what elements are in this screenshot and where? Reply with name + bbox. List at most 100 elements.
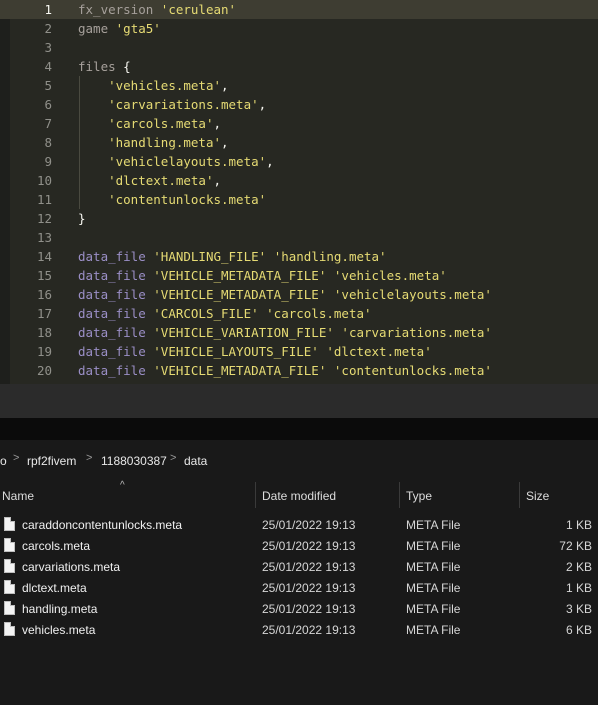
code-line[interactable]: 8 'handling.meta', — [0, 133, 598, 152]
breadcrumb-chevron-icon[interactable]: > — [86, 452, 92, 464]
string-token: 'vehicles.meta' — [108, 78, 221, 93]
code-line[interactable]: 19 data_file 'VEHICLE_LAYOUTS_FILE' 'dlct… — [0, 342, 598, 361]
punctuation-token — [78, 78, 108, 93]
file-row[interactable]: caraddoncontentunlocks.meta 25/01/2022 19… — [0, 515, 598, 536]
punctuation-token — [326, 287, 334, 302]
breadcrumb-chevron-icon[interactable]: > — [170, 452, 176, 464]
string-token: 'contentunlocks.meta' — [108, 192, 267, 207]
keyword-token: data_file — [78, 249, 146, 264]
code-line[interactable]: 10 'dlctext.meta', — [0, 171, 598, 190]
string-token: 'CARCOLS_FILE' — [153, 306, 259, 321]
code-text[interactable]: 'carcols.meta', — [78, 114, 221, 133]
column-header-size[interactable]: Size — [526, 489, 549, 503]
punctuation-token — [153, 2, 161, 17]
code-text[interactable]: data_file 'CARCOLS_FILE' 'carcols.meta' — [78, 304, 372, 323]
breadcrumb-item-rpf2fivem[interactable]: rpf2fivem — [27, 454, 76, 468]
file-name: dlctext.meta — [22, 581, 87, 595]
column-header-date[interactable]: Date modified — [262, 489, 336, 503]
string-token: 'VEHICLE_VARIATION_FILE' — [153, 325, 334, 340]
line-number: 12 — [36, 211, 52, 226]
file-name: carvariations.meta — [22, 560, 121, 574]
string-token: 'gta5' — [115, 21, 161, 36]
file-explorer: o > rpf2fivem > 1188030387 > data ^ Name… — [0, 440, 598, 705]
code-text[interactable]: data_file 'VEHICLE_METADATA_FILE' 'conte… — [78, 361, 492, 380]
code-text[interactable]: 'carvariations.meta', — [78, 95, 266, 114]
file-size: 72 KB — [559, 539, 592, 553]
breadcrumb-chevron-icon[interactable]: > — [13, 452, 19, 464]
file-date-modified: 25/01/2022 19:13 — [262, 539, 356, 553]
code-line[interactable]: 4 files { — [0, 57, 598, 76]
code-line[interactable]: 5 'vehicles.meta', — [0, 76, 598, 95]
code-line[interactable]: 16 data_file 'VEHICLE_METADATA_FILE' 'veh… — [0, 285, 598, 304]
code-text[interactable]: data_file 'VEHICLE_METADATA_FILE' 'vehic… — [78, 285, 492, 304]
code-line[interactable]: 7 'carcols.meta', — [0, 114, 598, 133]
line-number: 9 — [44, 154, 52, 169]
line-number: 11 — [36, 192, 52, 207]
file-date-modified: 25/01/2022 19:13 — [262, 623, 356, 637]
keyword-token: data_file — [78, 344, 146, 359]
string-token: 'VEHICLE_METADATA_FILE' — [153, 268, 327, 283]
code-line[interactable]: 15 data_file 'VEHICLE_METADATA_FILE' 'veh… — [0, 266, 598, 285]
file-name: caraddoncontentunlocks.meta — [22, 518, 183, 532]
code-line[interactable]: 20 data_file 'VEHICLE_METADATA_FILE' 'con… — [0, 361, 598, 380]
file-row[interactable]: carvariations.meta 25/01/2022 19:13 META F… — [0, 557, 598, 578]
file-icon — [4, 559, 15, 573]
code-line[interactable]: 13 — [0, 228, 598, 247]
code-line[interactable]: 2 game 'gta5' — [0, 19, 598, 38]
column-header-name[interactable]: Name — [2, 489, 34, 503]
code-text[interactable]: data_file 'VEHICLE_METADATA_FILE' 'vehic… — [78, 266, 447, 285]
code-text[interactable]: game 'gta5' — [78, 19, 161, 38]
code-line[interactable]: 12} — [0, 209, 598, 228]
file-type: META File — [406, 560, 461, 574]
breadcrumb-item-data[interactable]: data — [184, 454, 207, 468]
breadcrumb-item-1188030387[interactable]: 1188030387 — [101, 454, 167, 468]
punctuation-token — [78, 154, 108, 169]
line-number: 13 — [36, 230, 52, 245]
file-row[interactable]: handling.meta 25/01/2022 19:13 META File 3 … — [0, 599, 598, 620]
punctuation-token: , — [213, 173, 221, 188]
code-line[interactable]: 6 'carvariations.meta', — [0, 95, 598, 114]
file-row[interactable]: carcols.meta 25/01/2022 19:13 META File 72 … — [0, 536, 598, 557]
code-text[interactable]: files { — [78, 57, 131, 76]
code-text[interactable]: } — [78, 209, 86, 228]
line-number: 6 — [44, 97, 52, 112]
code-text[interactable]: 'handling.meta', — [78, 133, 228, 152]
file-row[interactable]: vehicles.meta 25/01/2022 19:13 META File 6 … — [0, 620, 598, 641]
code-editor[interactable]: 1 fx_version 'cerulean' 2 game 'gta5' 3 4 file… — [0, 0, 598, 384]
file-name: vehicles.meta — [22, 623, 96, 637]
file-icon — [4, 580, 15, 594]
code-text[interactable]: fx_version 'cerulean' — [78, 0, 236, 19]
code-line[interactable]: 11 'contentunlocks.meta' — [0, 190, 598, 209]
code-text[interactable]: data_file 'VEHICLE_LAYOUTS_FILE' 'dlctex… — [78, 342, 432, 361]
file-icon — [4, 517, 15, 531]
file-row[interactable]: dlctext.meta 25/01/2022 19:13 META File 1 K… — [0, 578, 598, 599]
breadcrumb-item-truncated[interactable]: o — [0, 454, 7, 468]
line-number: 4 — [44, 59, 52, 74]
punctuation-token — [326, 268, 334, 283]
column-header-type[interactable]: Type — [406, 489, 432, 503]
file-date-modified: 25/01/2022 19:13 — [262, 581, 356, 595]
punctuation-token: { — [115, 59, 131, 74]
code-line[interactable]: 17 data_file 'CARCOLS_FILE' 'carcols.meta… — [0, 304, 598, 323]
code-line[interactable]: 1 fx_version 'cerulean' — [0, 0, 598, 19]
punctuation-token — [108, 21, 116, 36]
code-line[interactable]: 14 data_file 'HANDLING_FILE' 'handling.me… — [0, 247, 598, 266]
column-divider[interactable] — [255, 482, 256, 508]
code-line[interactable]: 9 'vehiclelayouts.meta', — [0, 152, 598, 171]
code-line[interactable]: 18 data_file 'VEHICLE_VARIATION_FILE' 'ca… — [0, 323, 598, 342]
code-line[interactable]: 3 — [0, 38, 598, 57]
code-text[interactable]: data_file 'VEHICLE_VARIATION_FILE' 'carv… — [78, 323, 492, 342]
punctuation-token: , — [266, 154, 274, 169]
code-text[interactable]: data_file 'HANDLING_FILE' 'handling.meta… — [78, 247, 387, 266]
column-divider[interactable] — [519, 482, 520, 508]
punctuation-token — [78, 135, 108, 150]
code-text[interactable]: 'vehiclelayouts.meta', — [78, 152, 274, 171]
column-divider[interactable] — [399, 482, 400, 508]
code-text[interactable]: 'dlctext.meta', — [78, 171, 221, 190]
line-number: 20 — [36, 363, 52, 378]
string-token: 'VEHICLE_METADATA_FILE' — [153, 287, 327, 302]
string-token: 'handling.meta' — [273, 249, 387, 264]
keyword-token: data_file — [78, 306, 146, 321]
code-text[interactable]: 'vehicles.meta', — [78, 76, 228, 95]
code-text[interactable]: 'contentunlocks.meta' — [78, 190, 266, 209]
